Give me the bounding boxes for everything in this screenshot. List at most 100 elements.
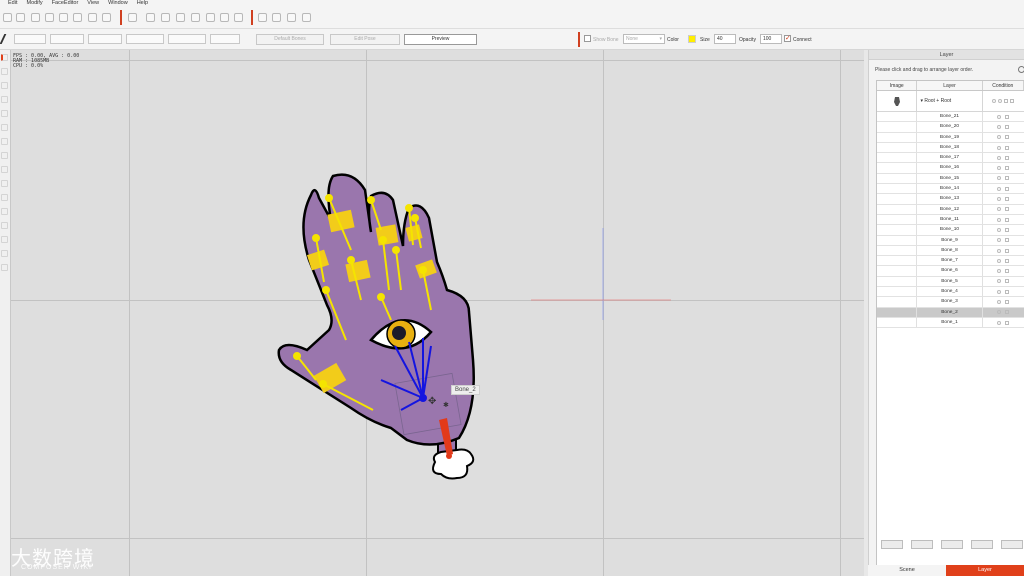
visibility-icon[interactable] — [997, 279, 1002, 284]
option-icon[interactable] — [1010, 99, 1015, 103]
lock-icon[interactable] — [1005, 299, 1010, 304]
layer-row-bone[interactable]: Bone_9 — [877, 235, 1024, 246]
bone-tool-icon[interactable] — [146, 13, 155, 22]
visibility-icon[interactable] — [997, 320, 1002, 325]
menu-face-editor[interactable]: FaceEditor — [52, 0, 79, 7]
layer-row-bone[interactable]: Bone_4 — [877, 287, 1024, 298]
show-bone-checkbox[interactable] — [584, 35, 591, 42]
layer-row-bone[interactable]: Bone_8 — [877, 245, 1024, 257]
opacity-input[interactable]: 100 — [760, 34, 782, 44]
add-icon[interactable] — [102, 13, 111, 22]
layer-row-bone[interactable]: Bone_20 — [877, 122, 1024, 133]
lock-icon[interactable] — [1005, 269, 1010, 274]
tool-slot-icon[interactable] — [1, 110, 8, 117]
layer-row-bone[interactable]: Bone_19 — [877, 132, 1024, 143]
layer-row-bone[interactable]: Bone_13 — [877, 194, 1024, 205]
new-folder-button[interactable] — [881, 540, 903, 549]
h-field[interactable] — [126, 34, 164, 44]
layer-row-bone[interactable]: Bone_7 — [877, 256, 1024, 267]
shape-icon[interactable] — [128, 13, 137, 22]
lock-icon[interactable] — [998, 99, 1003, 103]
tool-slot-icon[interactable] — [1, 264, 8, 271]
brush-icon[interactable] — [59, 13, 68, 22]
collapse-icon[interactable] — [1018, 66, 1024, 73]
add-layer-button[interactable] — [911, 540, 933, 549]
tab-layer[interactable]: Layer — [946, 565, 1024, 576]
layer-row-bone[interactable]: Bone_1 — [877, 317, 1024, 329]
visibility-icon[interactable] — [997, 310, 1002, 315]
layer-row-bone[interactable]: Bone_5 — [877, 276, 1024, 288]
delete-button[interactable] — [1001, 540, 1023, 549]
lock-icon[interactable] — [1005, 166, 1010, 171]
tool-slot-icon[interactable] — [1, 208, 8, 215]
menu-help[interactable]: Help — [137, 0, 148, 7]
layer-row-bone[interactable]: Bone_17 — [877, 153, 1024, 164]
visibility-icon[interactable] — [997, 269, 1002, 274]
visibility-icon[interactable] — [997, 114, 1002, 119]
angle-field[interactable] — [168, 34, 206, 44]
visibility-icon[interactable] — [997, 124, 1002, 129]
fill-icon[interactable] — [88, 13, 97, 22]
layer-row-bone[interactable]: Bone_11 — [877, 214, 1024, 226]
lock-icon[interactable] — [1005, 155, 1010, 160]
menu-view[interactable]: View — [87, 0, 99, 7]
lock-icon[interactable] — [1005, 135, 1010, 140]
menu-window[interactable]: Window — [108, 0, 128, 7]
lock-icon[interactable] — [1005, 238, 1010, 243]
tool-slot-icon[interactable] — [1, 96, 8, 103]
lock-icon[interactable] — [1005, 176, 1010, 181]
color-swatch[interactable] — [688, 35, 696, 43]
erase-icon[interactable] — [73, 13, 82, 22]
warp-icon[interactable] — [206, 13, 215, 22]
layer-row-bone[interactable]: Bone_18 — [877, 142, 1024, 154]
tool-slot-icon[interactable] — [1, 236, 8, 243]
layer-row-bone[interactable]: Bone_10 — [877, 225, 1024, 236]
lock-icon[interactable] — [1005, 114, 1010, 119]
default-bones-button[interactable]: Default Bones — [256, 34, 324, 45]
size-input[interactable]: 40 — [714, 34, 736, 44]
lock-icon[interactable] — [1005, 217, 1010, 222]
scale-field[interactable] — [210, 34, 240, 44]
tool-slot-icon[interactable] — [1, 152, 8, 159]
lock-icon[interactable] — [1005, 145, 1010, 150]
lock-icon[interactable] — [1005, 320, 1010, 325]
visibility-icon[interactable] — [997, 186, 1002, 191]
tool-slot-icon[interactable] — [1, 82, 8, 89]
lock-icon[interactable] — [1005, 227, 1010, 232]
lock-icon[interactable] — [1005, 279, 1010, 284]
show-bone-select[interactable]: None ▾ — [623, 34, 665, 44]
layer-row-bone[interactable]: Bone_21 — [877, 112, 1024, 123]
tool-slot-icon[interactable] — [1, 180, 8, 187]
smooth-icon[interactable] — [220, 13, 229, 22]
x-field[interactable] — [14, 34, 46, 44]
tool-slot-icon[interactable] — [1, 124, 8, 131]
visibility-icon[interactable] — [997, 217, 1002, 222]
visibility-icon[interactable] — [997, 155, 1002, 160]
transform-icon[interactable] — [45, 13, 54, 22]
layer-row-bone[interactable]: Bone_15 — [877, 173, 1024, 185]
visibility-icon[interactable] — [997, 248, 1002, 253]
layer-row-bone[interactable]: Bone_2 — [877, 307, 1024, 318]
tool-slot-icon[interactable] — [1, 194, 8, 201]
pen-icon[interactable] — [0, 34, 12, 44]
lock-icon[interactable] — [1005, 197, 1010, 202]
layer-row-bone[interactable]: Bone_12 — [877, 204, 1024, 215]
lasso-icon[interactable] — [161, 13, 170, 22]
move-up-button[interactable] — [971, 540, 993, 549]
lock-icon[interactable] — [1005, 289, 1010, 294]
move-icon[interactable] — [272, 13, 281, 22]
lock-icon[interactable] — [1005, 310, 1010, 315]
color-tag-icon[interactable] — [1004, 99, 1009, 103]
layer-row-bone[interactable]: Bone_14 — [877, 184, 1024, 195]
home-icon[interactable] — [302, 13, 311, 22]
select-icon[interactable] — [31, 13, 40, 22]
preview-button[interactable]: Preview — [404, 34, 477, 45]
w-field[interactable] — [88, 34, 122, 44]
layer-row-bone[interactable]: Bone_16 — [877, 163, 1024, 174]
menu-edit[interactable]: Edit — [8, 0, 17, 7]
layer-row-bone[interactable]: Bone_6 — [877, 266, 1024, 277]
lock-icon[interactable] — [1005, 258, 1010, 263]
menu-modify[interactable]: Modify — [26, 0, 42, 7]
visibility-icon[interactable] — [997, 207, 1002, 212]
deform-icon[interactable] — [191, 13, 200, 22]
